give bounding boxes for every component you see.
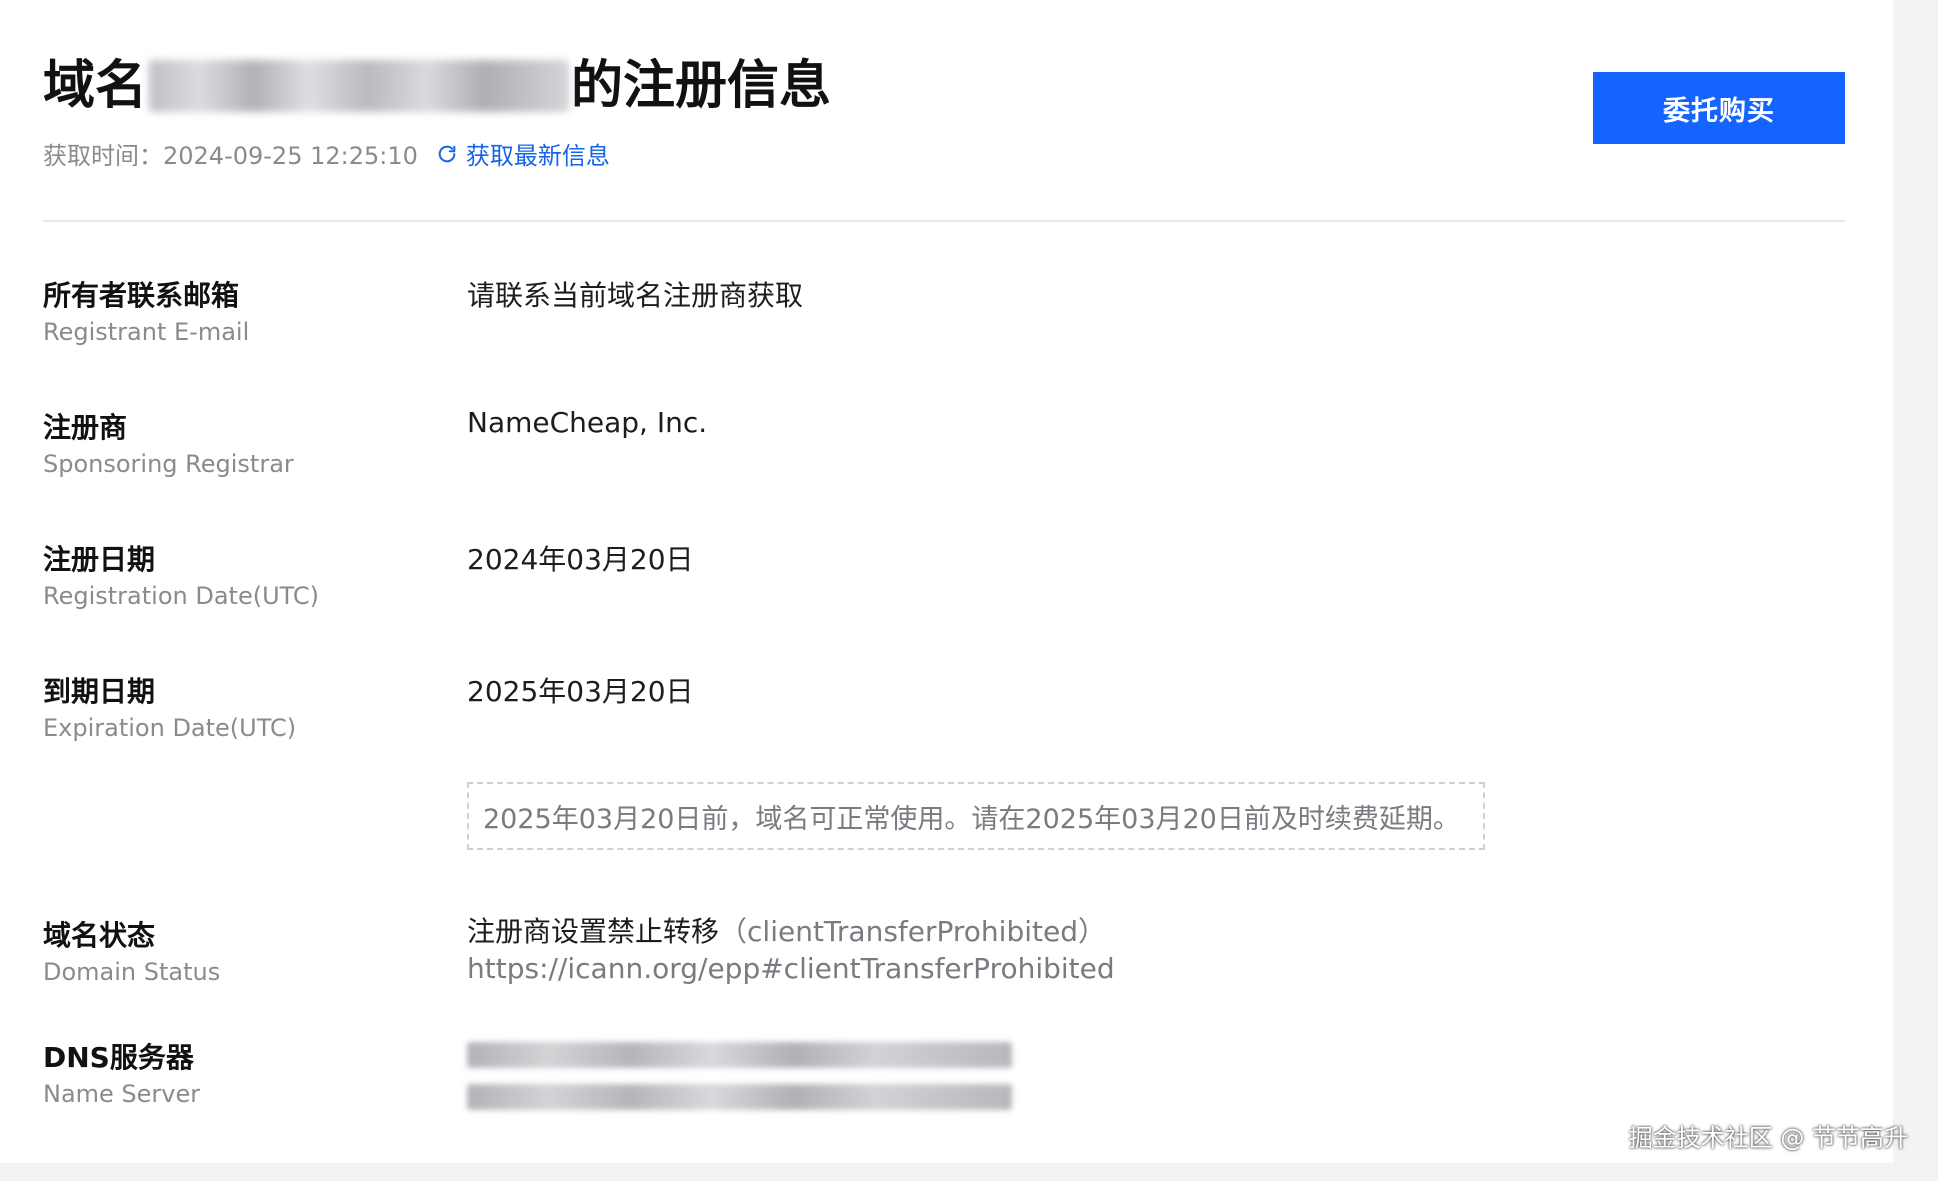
field-value: NameCheap, Inc. (467, 406, 708, 439)
field-label-en: Domain Status (43, 958, 221, 986)
watermark: 掘金技术社区 @ 节节高升 (1628, 1124, 1908, 1152)
field-label-en: Expiration Date(UTC) (43, 714, 297, 742)
field-label-cn: 注册日期 (43, 543, 156, 576)
fetch-info: 获取时间：2024-09-25 12:25:10 获取最新信息 (43, 136, 610, 171)
field-label-cn: 注册商 (43, 411, 128, 444)
entrust-buy-button[interactable]: 委托购买 (1593, 72, 1845, 144)
status-value: 注册商设置禁止转移（clientTransferProhibited） (467, 910, 1106, 950)
expiry-notice: 2025年03月20日前，域名可正常使用。请在2025年03月20日前及时续费延… (467, 782, 1485, 850)
page-title: 域名 的注册信息 (43, 50, 831, 122)
refresh-icon (438, 145, 456, 162)
page-header: 域名 的注册信息 获取时间：2024-09-25 12:25:10 获取最新信息… (43, 50, 1845, 220)
field-label-cn: 到期日期 (43, 675, 156, 708)
status-text: 注册商设置禁止转移 (467, 915, 720, 948)
field-value: 2025年03月20日 (467, 675, 694, 708)
field-value: 2024年03月20日 (467, 543, 694, 576)
field-label-cn: 域名状态 (43, 919, 156, 952)
dns-values-blurred (467, 1042, 1012, 1126)
title-prefix: 域名 (43, 56, 148, 116)
blurred-domain-name (149, 60, 570, 112)
refresh-label: 获取最新信息 (465, 142, 610, 170)
field-label-en: Registrant E-mail (43, 318, 250, 346)
field-label-en: Registration Date(UTC) (43, 582, 320, 610)
domain-info-panel: 域名 的注册信息 获取时间：2024-09-25 12:25:10 获取最新信息… (0, 0, 1893, 1163)
fetch-time: 获取时间：2024-09-25 12:25:10 (43, 142, 418, 170)
header-divider (43, 220, 1845, 222)
field-label-en: Sponsoring Registrar (43, 450, 294, 478)
dns-server-2-blurred (467, 1084, 1012, 1110)
field-label-cn: DNS服务器 (43, 1041, 194, 1074)
field-label-en: Name Server (43, 1080, 201, 1108)
refresh-link[interactable]: 获取最新信息 (436, 136, 610, 171)
status-code: （clientTransferProhibited） (719, 915, 1106, 948)
field-label-cn: 所有者联系邮箱 (43, 279, 240, 312)
status-link[interactable]: https://icann.org/epp#clientTransferProh… (467, 952, 1115, 985)
title-suffix: 的注册信息 (571, 56, 832, 116)
field-value: 请联系当前域名注册商获取 (467, 279, 804, 312)
dns-server-1-blurred (467, 1042, 1012, 1068)
